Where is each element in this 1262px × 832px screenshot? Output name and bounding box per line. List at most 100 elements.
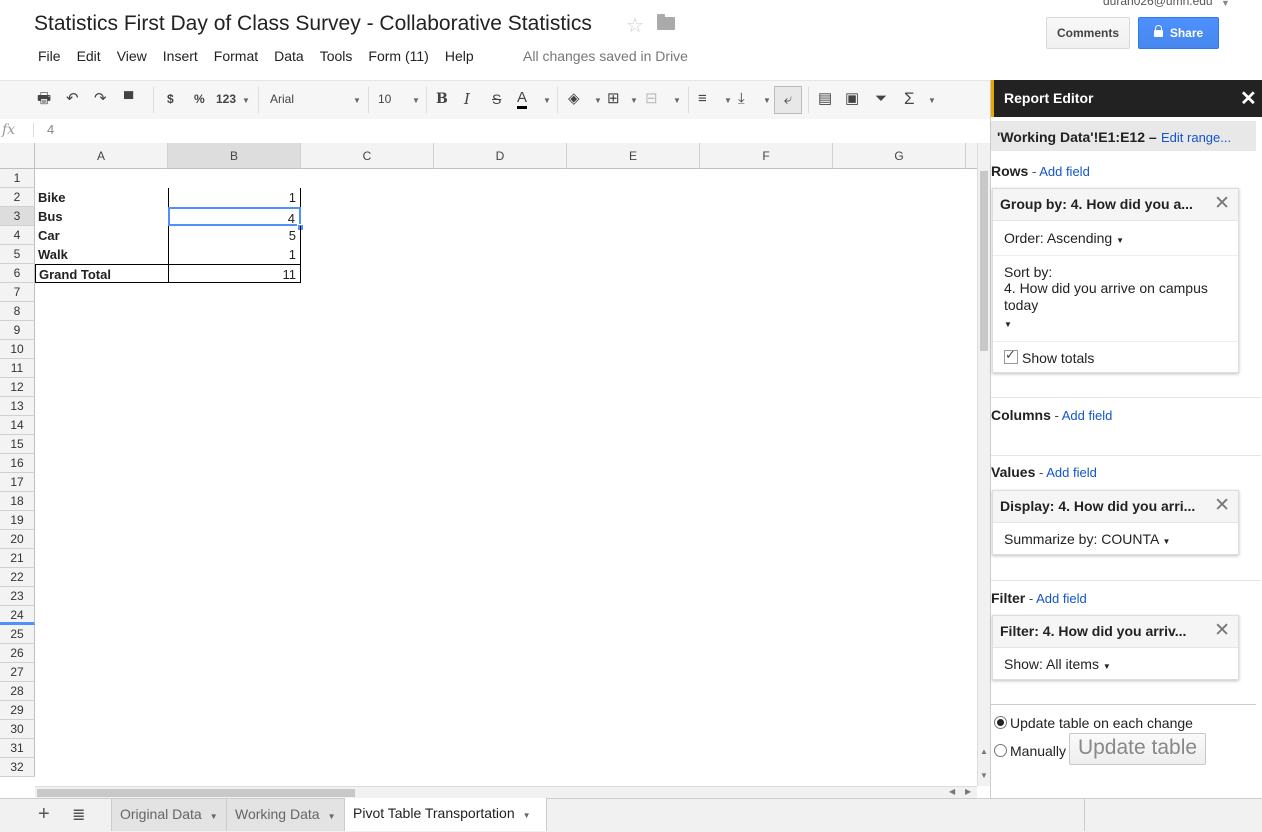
redo-icon[interactable]: ↷ [94, 89, 107, 109]
pivot-row-value-selected[interactable]: 4 [168, 207, 301, 226]
row-header[interactable]: 18 [0, 492, 35, 511]
comment-icon[interactable]: ▤ [818, 89, 832, 109]
menu-edit[interactable]: Edit [69, 47, 109, 65]
paint-format-icon[interactable]: ▀ [124, 89, 133, 109]
chevron-down-icon[interactable]: ▼ [594, 91, 602, 111]
row-header[interactable]: 2 [0, 188, 35, 207]
row-header[interactable]: 29 [0, 701, 35, 720]
spreadsheet-grid[interactable]: A B C D E F G 1 2 3 4 5 6 7 8 9 10 11 12… [0, 143, 977, 787]
add-sheet-icon[interactable]: + [38, 803, 50, 826]
summarize-by-select[interactable]: Summarize by: COUNTA ▼ [993, 531, 1238, 547]
menu-file[interactable]: File [30, 47, 69, 65]
filter-add-field-link[interactable]: Add field [1036, 591, 1087, 606]
row-header[interactable]: 30 [0, 720, 35, 739]
pivot-row-label[interactable]: Walk [35, 245, 168, 264]
scroll-down-icon[interactable]: ▼ [980, 771, 988, 780]
row-header[interactable]: 28 [0, 682, 35, 701]
row-header[interactable]: 15 [0, 435, 35, 454]
edit-range-link[interactable]: Edit range... [1161, 130, 1231, 145]
row-header[interactable]: 16 [0, 454, 35, 473]
filter-icon[interactable]: ⏷ [875, 89, 887, 109]
chevron-down-icon[interactable]: ▼ [673, 91, 681, 111]
sheet-list-icon[interactable]: ≣ [72, 805, 85, 825]
column-header-e[interactable]: E [567, 143, 700, 169]
update-table-button[interactable]: Update table [1069, 733, 1206, 765]
column-header-c[interactable]: C [301, 143, 434, 169]
menu-form[interactable]: Form (11) [360, 47, 436, 65]
scroll-thumb[interactable] [37, 789, 355, 797]
italic-button[interactable]: I [464, 89, 470, 109]
column-header-f[interactable]: F [700, 143, 833, 169]
chevron-down-icon[interactable]: ▼ [763, 91, 771, 111]
close-icon[interactable]: ✕ [1214, 192, 1230, 215]
chevron-down-icon[interactable]: ▼ [630, 91, 638, 111]
sum-icon[interactable]: Σ [904, 89, 915, 109]
fill-color-icon[interactable]: ◈ [568, 89, 580, 109]
menu-format[interactable]: Format [206, 47, 266, 65]
scroll-thumb[interactable] [980, 171, 988, 351]
document-title[interactable]: Statistics First Day of Class Survey - C… [34, 12, 592, 36]
chevron-down-icon[interactable]: ▼ [353, 91, 361, 111]
print-icon[interactable]: 🖶 [37, 89, 51, 109]
row-header[interactable]: 19 [0, 511, 35, 530]
columns-add-field-link[interactable]: Add field [1062, 408, 1113, 423]
percent-button[interactable]: % [194, 89, 205, 109]
menu-view[interactable]: View [109, 47, 155, 65]
vertical-align-icon[interactable]: ⤓ [738, 89, 745, 109]
sheet-tab-original-data[interactable]: Original Data ▼ [111, 799, 227, 831]
sort-by-select[interactable]: 4. How did you arrive on campus today ▼ [993, 280, 1238, 333]
row-header[interactable]: 31 [0, 739, 35, 758]
wrap-text-icon[interactable]: ⤶ [774, 86, 802, 114]
chevron-down-icon[interactable]: ▼ [1221, 0, 1230, 8]
star-icon[interactable]: ☆ [626, 13, 644, 38]
chevron-down-icon[interactable]: ▼ [242, 91, 250, 111]
row-header[interactable]: 17 [0, 473, 35, 492]
menu-tools[interactable]: Tools [312, 47, 361, 65]
row-header[interactable]: 4 [0, 226, 35, 245]
close-icon[interactable]: ✕ [1214, 619, 1230, 642]
radio-icon[interactable] [994, 716, 1007, 729]
borders-icon[interactable]: ⊞ [607, 89, 620, 109]
rows-add-field-link[interactable]: Add field [1039, 164, 1090, 179]
chevron-down-icon[interactable]: ▼ [523, 811, 531, 820]
row-header[interactable]: 32 [0, 758, 35, 777]
row-header[interactable]: 20 [0, 530, 35, 549]
scroll-up-icon[interactable]: ▲ [980, 747, 988, 756]
select-all-corner[interactable] [0, 143, 35, 169]
row-header[interactable]: 10 [0, 340, 35, 359]
text-color-button[interactable]: A [517, 89, 528, 109]
font-size-select[interactable]: 10 [378, 89, 391, 109]
pivot-row-value[interactable]: 1 [168, 245, 301, 264]
menu-insert[interactable]: Insert [155, 47, 206, 65]
show-totals-checkbox[interactable]: Show totals [993, 347, 1238, 366]
row-header[interactable]: 13 [0, 397, 35, 416]
user-email[interactable]: duran026@umn.edu [1103, 0, 1213, 8]
row-header[interactable]: 24 [0, 606, 35, 625]
row-header[interactable]: 5 [0, 245, 35, 264]
radio-icon[interactable] [994, 744, 1007, 757]
row-header[interactable]: 26 [0, 644, 35, 663]
pivot-total-label[interactable]: Grand Total [35, 264, 168, 283]
row-header[interactable]: 11 [0, 359, 35, 378]
vertical-scrollbar[interactable]: ▲ ▼ [977, 143, 991, 786]
align-icon[interactable]: ≡ [698, 89, 707, 109]
pivot-total-value[interactable]: 11 [168, 264, 301, 283]
chevron-down-icon[interactable]: ▼ [210, 812, 218, 821]
values-add-field-link[interactable]: Add field [1046, 465, 1097, 480]
row-header[interactable]: 14 [0, 416, 35, 435]
comments-button[interactable]: Comments [1046, 17, 1130, 49]
close-icon[interactable]: ✕ [1214, 494, 1230, 517]
scroll-right-icon[interactable]: ▶ [965, 787, 971, 796]
row-header[interactable]: 8 [0, 302, 35, 321]
row-header[interactable]: 27 [0, 663, 35, 682]
chevron-down-icon[interactable]: ▼ [412, 91, 420, 111]
row-header[interactable]: 6 [0, 264, 35, 283]
row-header[interactable]: 25 [0, 625, 35, 644]
chevron-down-icon[interactable]: ▼ [543, 91, 551, 111]
strikethrough-button[interactable]: S [492, 89, 501, 109]
row-header[interactable]: 12 [0, 378, 35, 397]
menu-data[interactable]: Data [266, 47, 312, 65]
sheet-tab-pivot-table-transportation[interactable]: Pivot Table Transportation ▼ [345, 798, 547, 831]
bold-button[interactable]: B [436, 89, 448, 109]
pivot-row-label[interactable]: Car [35, 226, 168, 245]
